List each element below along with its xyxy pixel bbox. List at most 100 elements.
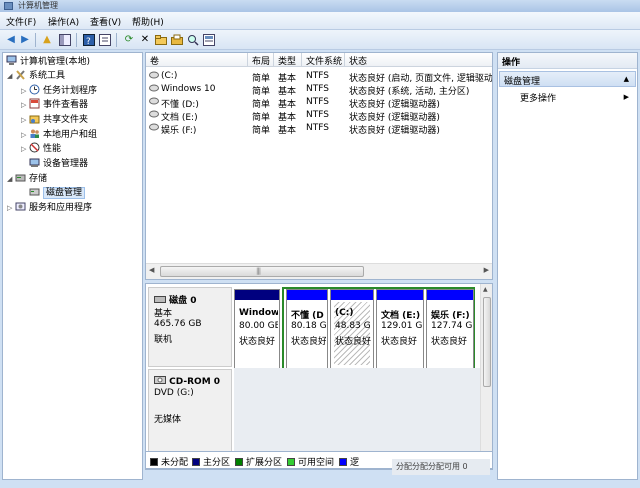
tree-item-system-tools[interactable]: ◢ 系统工具 [7, 69, 65, 83]
tools-icon [15, 69, 26, 80]
scroll-thumb[interactable] [483, 297, 491, 387]
table-row[interactable]: 不懂 (D:) 简单 基本 NTFS 状态良好 (逻辑驱动器) [146, 96, 492, 110]
collapse-icon[interactable]: ◢ [7, 69, 15, 83]
search-icon[interactable] [186, 33, 200, 47]
scroll-right-icon[interactable]: ▶ [484, 266, 489, 274]
logical-drive-bar [427, 290, 473, 300]
disk0-status: 联机 [154, 335, 173, 345]
window-title: 计算机管理 [18, 1, 58, 10]
scroll-left-icon[interactable]: ◀ [149, 266, 154, 274]
services-icon [15, 201, 26, 212]
logical-drive-bar [377, 290, 423, 300]
tree-item-services-apps[interactable]: ▷ 服务和应用程序 [7, 201, 92, 215]
column-header-filesystem[interactable]: 文件系统 [306, 54, 342, 67]
table-row[interactable]: 娱乐 (F:) 简单 基本 NTFS 状态良好 (逻辑驱动器) [146, 122, 492, 136]
title-bar: 计算机管理 [0, 0, 640, 12]
toolbar-divider [35, 33, 36, 47]
tree-item-disk-management[interactable]: 磁盘管理 [29, 186, 86, 200]
cdrom0-media: 无媒体 [154, 415, 182, 425]
submenu-arrow-icon[interactable]: ▶ [624, 93, 629, 101]
menu-view[interactable]: 查看(V) [90, 15, 121, 28]
disk0-info[interactable]: 磁盘 0 基本 465.76 GB 联机 [148, 287, 232, 367]
column-divider[interactable] [344, 53, 345, 67]
up-folder-icon[interactable]: ▲ [40, 33, 54, 47]
table-row[interactable]: (C:) 简单 基本 NTFS 状态良好 (启动, 页面文件, 逻辑驱动 [146, 70, 492, 84]
tree-item-root[interactable]: 计算机管理(本地) [6, 55, 90, 69]
primary-partition-bar [235, 290, 279, 300]
expand-icon[interactable]: ▷ [21, 98, 29, 112]
column-header-status[interactable]: 状态 [349, 54, 367, 67]
scroll-thumb[interactable] [160, 266, 364, 277]
expand-icon[interactable]: ▷ [21, 113, 29, 127]
table-row[interactable]: Windows 10 简单 基本 NTFS 状态良好 (系统, 活动, 主分区) [146, 83, 492, 97]
partition-e[interactable]: 文档 (E:) 129.01 G 状态良好 [376, 289, 424, 369]
column-header-type[interactable]: 类型 [278, 54, 296, 67]
collapse-icon[interactable]: ◢ [7, 172, 15, 186]
partition-f[interactable]: 娱乐 (F:) 127.74 G 状态良好 [426, 289, 474, 369]
save-icon[interactable] [170, 33, 184, 47]
toolbar-divider [76, 33, 77, 47]
svg-text:?: ? [86, 37, 91, 46]
legend-swatch [339, 458, 347, 466]
column-header-layout[interactable]: 布局 [252, 54, 270, 67]
forward-icon[interactable]: ▶ [18, 33, 32, 47]
disk-icon [154, 296, 166, 306]
partition-windows[interactable]: Window 80.00 GE 状态良好 [234, 289, 280, 369]
cdrom-icon [154, 376, 166, 387]
cdrom0-drive: DVD (G:) [154, 388, 194, 398]
device-manager-icon [29, 157, 40, 168]
more-actions[interactable]: 更多操作 [520, 91, 556, 104]
partition-d[interactable]: 不懂 (D 80.18 G 状态良好 [286, 289, 328, 369]
legend-swatch [235, 458, 243, 466]
refresh-icon[interactable]: ⟳ [122, 33, 136, 47]
tree-item-local-users[interactable]: ▷ 本地用户和组 [21, 128, 97, 142]
column-divider[interactable] [301, 53, 302, 67]
tree-item-device-manager[interactable]: 设备管理器 [29, 157, 88, 171]
actions-header: 操作 [498, 53, 637, 69]
help-icon[interactable]: ? [82, 33, 96, 47]
show-hide-tree-icon[interactable] [58, 33, 72, 47]
expand-icon[interactable]: ▷ [21, 128, 29, 142]
expand-icon[interactable]: ▷ [7, 201, 15, 215]
menu-help[interactable]: 帮助(H) [132, 15, 164, 28]
disk0-type: 基本 [154, 309, 173, 319]
column-divider[interactable] [273, 53, 274, 67]
tree-item-performance[interactable]: ▷ 性能 [21, 142, 61, 156]
tree-item-task-scheduler[interactable]: ▷ 任务计划程序 [21, 84, 97, 98]
tree-item-shared-folders[interactable]: ▷ 共享文件夹 [21, 113, 88, 127]
back-icon[interactable]: ◀ [4, 33, 18, 47]
disk-icon [29, 186, 40, 197]
volume-icon [149, 84, 160, 95]
clock-icon [29, 84, 40, 95]
horizontal-scrollbar[interactable]: ◀ ||| ▶ [146, 263, 492, 279]
disk0-label-row: 磁盘 0 [154, 293, 197, 306]
actions-section-disk-management[interactable]: 磁盘管理 ▲ [499, 71, 636, 87]
expand-icon[interactable]: ▷ [21, 84, 29, 98]
tree-item-event-viewer[interactable]: ▷ 事件查看器 [21, 98, 88, 112]
vertical-scrollbar[interactable]: ▲ ▼ [480, 284, 492, 469]
scroll-up-icon[interactable]: ▲ [483, 286, 488, 293]
menu-action[interactable]: 操作(A) [48, 15, 79, 28]
menu-file[interactable]: 文件(F) [6, 15, 36, 28]
legend-logical: 逻 [339, 455, 359, 468]
toolbar: ◀ ▶ ▲ ? ⟳ ✕ [0, 30, 640, 50]
tree-item-storage[interactable]: ◢ 存储 [7, 172, 47, 186]
volume-list: 卷 布局 类型 文件系统 状态 (C:) 简单 基本 NTFS 状态良好 (启动… [145, 52, 493, 280]
legend-swatch [192, 458, 200, 466]
delete-icon[interactable]: ✕ [138, 33, 152, 47]
table-row[interactable]: 文档 (E:) 简单 基本 NTFS 状态良好 (逻辑驱动器) [146, 109, 492, 123]
properties-icon[interactable] [98, 33, 112, 47]
open-icon[interactable] [154, 33, 168, 47]
partition-c[interactable]: (C:) 48.83 G 状态良好 [330, 289, 374, 369]
scroll-grip-icon: ||| [256, 267, 261, 275]
menu-bar: 文件(F) 操作(A) 查看(V) 帮助(H) [0, 12, 640, 30]
volume-icon [149, 97, 160, 108]
column-divider[interactable] [247, 53, 248, 67]
export-icon[interactable] [202, 33, 216, 47]
expand-icon[interactable]: ▷ [21, 142, 29, 156]
collapse-caret-icon[interactable]: ▲ [624, 75, 629, 83]
status-overlay: 分配分配分配可用 0 [392, 459, 490, 475]
legend-free-space: 可用空间 [287, 455, 334, 468]
volume-icon [149, 71, 160, 82]
column-header-volume[interactable]: 卷 [150, 54, 159, 67]
